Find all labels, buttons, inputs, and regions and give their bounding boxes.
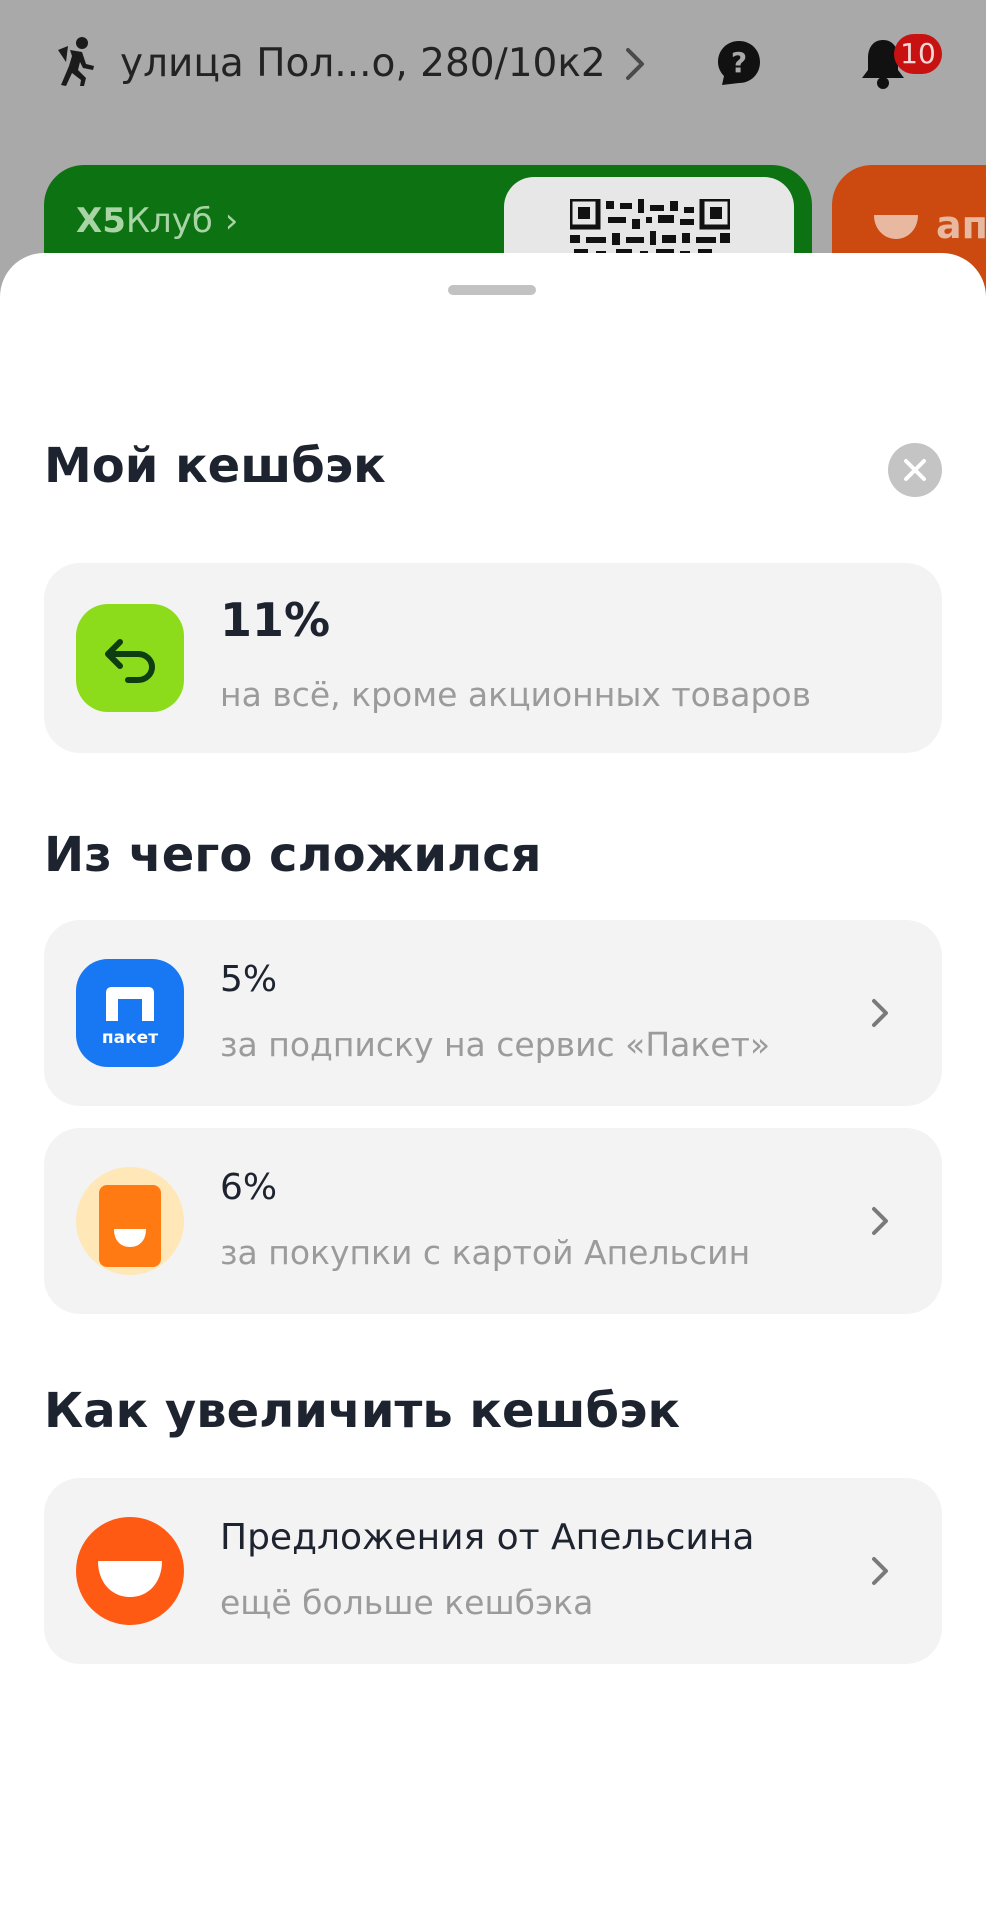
total-cashback-percent: 11%: [220, 593, 331, 647]
x5-brand-label: X5: [76, 201, 126, 241]
x5-club-logo: X5Клуб ›: [76, 201, 238, 241]
chevron-right-icon: [872, 999, 888, 1027]
breakdown-item-description: за покупки с картой Апельсин: [220, 1233, 751, 1272]
svg-text:?: ?: [731, 46, 747, 79]
notifications-badge: 10: [894, 34, 942, 74]
total-cashback-description: на всё, кроме акционных товаров: [220, 675, 812, 714]
breakdown-title: Из чего сложился: [44, 827, 542, 883]
offer-item-description: ещё больше кешбэка: [220, 1583, 594, 1622]
sheet-title: Мой кешбэк: [44, 438, 386, 494]
chevron-right-icon: [872, 1207, 888, 1235]
cashback-return-icon: [76, 604, 184, 712]
breakdown-item-paket[interactable]: пакет 5% за подписку на сервис «Пакет»: [44, 920, 942, 1106]
cashback-sheet: Мой кешбэк 11% на всё, кроме акционных т…: [0, 253, 986, 1920]
x5-club-label: Клуб: [125, 201, 213, 241]
apelsin-smile-icon: [874, 215, 918, 239]
breakdown-item-percent: 5%: [220, 959, 278, 1000]
close-button[interactable]: [888, 443, 942, 497]
close-icon: [904, 459, 926, 481]
chevron-right-icon: [872, 1557, 888, 1585]
apelsin-card-label: ап: [936, 203, 986, 247]
apelsin-card-icon: [76, 1167, 184, 1275]
help-icon[interactable]: ?: [714, 38, 764, 88]
paket-icon: пакет: [76, 959, 184, 1067]
chevron-right-icon[interactable]: [620, 42, 650, 86]
total-cashback-card: 11% на всё, кроме акционных товаров: [44, 563, 942, 753]
paket-icon-label: пакет: [102, 1028, 158, 1048]
qr-code-icon: [570, 199, 730, 259]
apelsin-logo-icon: [76, 1517, 184, 1625]
x5-club-chevron: ›: [224, 201, 239, 241]
offer-item-title: Предложения от Апельсина: [220, 1517, 755, 1558]
offer-item-apelsin[interactable]: Предложения от Апельсина ещё больше кешб…: [44, 1478, 942, 1664]
delivery-address[interactable]: улица Пол...о, 280/10к2: [120, 40, 606, 88]
increase-title: Как увеличить кешбэк: [44, 1383, 681, 1439]
breakdown-item-percent: 6%: [220, 1167, 278, 1208]
drag-handle[interactable]: [448, 285, 536, 295]
breakdown-item-description: за подписку на сервис «Пакет»: [220, 1025, 771, 1064]
delivery-runner-icon: [58, 37, 94, 86]
breakdown-item-apelsin-card[interactable]: 6% за покупки с картой Апельсин: [44, 1128, 942, 1314]
top-bar: улица Пол...о, 280/10к2 ? 10: [0, 28, 986, 100]
